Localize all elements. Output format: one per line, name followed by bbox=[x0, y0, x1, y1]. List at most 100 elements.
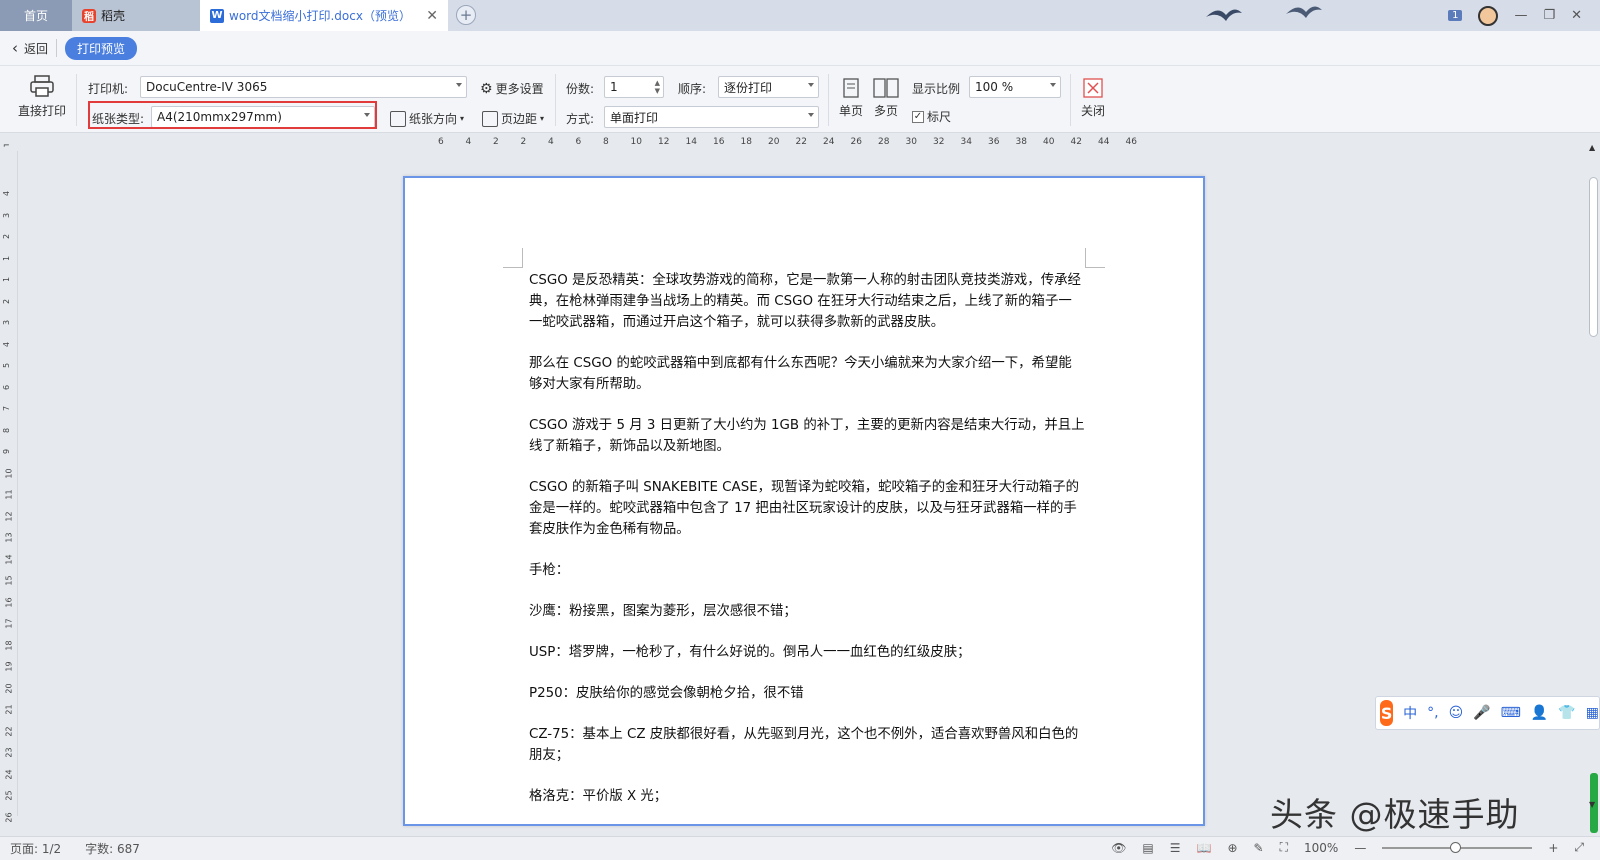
word-count[interactable]: 字数: 687 bbox=[85, 840, 140, 857]
ruler-tick-label: 4 bbox=[2, 190, 12, 197]
paragraph: P250：皮肤给你的感觉会像朝枪夕拾，很不错 bbox=[529, 686, 804, 701]
ruler-tick-label: 14 bbox=[4, 553, 14, 565]
zoom-slider[interactable] bbox=[1382, 841, 1533, 853]
ruler-tick-label: 16 bbox=[4, 596, 14, 608]
single-page-button[interactable]: 单页 bbox=[836, 78, 866, 119]
sub-bar: ‹ 返回 打印预览 bbox=[0, 31, 1600, 66]
notification-badge[interactable]: 1 bbox=[1448, 10, 1463, 21]
grid-icon[interactable]: ▦ bbox=[1586, 705, 1599, 721]
document-body: CSGO 是反恐精英：全球攻势游戏的简称，它是一款第一人称的射击团队竞技类游戏，… bbox=[529, 270, 1085, 824]
page-view-icon[interactable]: ▤ bbox=[1142, 841, 1153, 855]
scrollbar-thumb[interactable] bbox=[1589, 177, 1598, 337]
pen-icon[interactable]: ✎ bbox=[1254, 841, 1264, 855]
highlight-box bbox=[88, 101, 377, 129]
paragraph: CSGO 游戏于 5 月 3 日更新了大小约为 1GB 的补丁，主要的更新内容是… bbox=[529, 418, 1085, 454]
new-tab-button[interactable]: + bbox=[456, 5, 476, 25]
zoom-level[interactable]: 100% bbox=[1304, 841, 1338, 855]
keyboard-icon[interactable]: ⌨ bbox=[1501, 705, 1521, 721]
tab-document[interactable]: W word文档缩小打印.docx（预览） ✕ bbox=[200, 0, 448, 31]
chevron-down-icon bbox=[808, 113, 814, 117]
zoom-label: 显示比例 bbox=[912, 82, 961, 96]
close-preview-button[interactable]: 关闭 bbox=[1078, 78, 1108, 119]
ime-punctuation-toggle[interactable]: °, bbox=[1427, 705, 1438, 721]
zoom-slider-knob[interactable] bbox=[1450, 841, 1462, 853]
margin-corner-marker bbox=[1085, 248, 1105, 268]
eye-icon[interactable]: 👁 bbox=[1111, 841, 1126, 855]
ime-language-toggle[interactable]: 中 bbox=[1403, 703, 1417, 723]
ruler-tick-label: 10 bbox=[4, 467, 14, 479]
multi-page-button[interactable]: 多页 bbox=[870, 78, 902, 119]
close-window-icon[interactable]: ✕ bbox=[1571, 8, 1582, 23]
minimize-icon[interactable]: — bbox=[1514, 8, 1527, 23]
web-view-icon[interactable]: ⊕ bbox=[1227, 841, 1237, 855]
emoji-icon[interactable]: ☺ bbox=[1449, 705, 1464, 721]
ruler-tick-label: 26 bbox=[4, 811, 14, 823]
direct-print-button[interactable]: 直接打印 bbox=[12, 74, 72, 119]
horizontal-ruler: ⌐ 6 4 2 2 4 6 8 10 12 14 16 18 20 22 24 26 28 30 32 34 36 38 4… bbox=[0, 133, 1600, 151]
close-tab-icon[interactable]: ✕ bbox=[426, 8, 438, 24]
back-button[interactable]: ‹ 返回 bbox=[12, 39, 48, 57]
zoom-in-icon[interactable]: + bbox=[1548, 841, 1558, 855]
divider bbox=[76, 74, 77, 126]
ruler-tick-label: 30 bbox=[905, 137, 917, 147]
ruler-tick-label: 18 bbox=[4, 639, 14, 651]
copies-stepper[interactable]: 1 ▲ ▼ bbox=[604, 76, 664, 98]
print-preview-tab[interactable]: 打印预览 bbox=[65, 36, 138, 60]
tab-daoke-label: 稻壳 bbox=[101, 9, 126, 23]
microphone-icon[interactable]: 🎤 bbox=[1473, 705, 1490, 721]
ruler-tick-label: 9 bbox=[2, 448, 12, 455]
skin-icon[interactable]: 👕 bbox=[1558, 705, 1575, 721]
ruler-tick-label: 24 bbox=[4, 768, 14, 780]
ruler-tick-label: 11 bbox=[4, 489, 14, 500]
ruler-tick-label: 10 bbox=[630, 137, 642, 147]
ruler-tick-label: 2 bbox=[520, 137, 527, 147]
ruler-tick-label: 16 bbox=[713, 137, 725, 147]
ruler-tick-label: 6 bbox=[2, 384, 12, 390]
close-icon bbox=[1083, 78, 1103, 98]
more-settings-button[interactable]: ⚙ 更多设置 bbox=[480, 80, 544, 97]
ruler-tick-label: 4 bbox=[465, 137, 472, 147]
printer-select[interactable]: DocuCentre-IV 3065 bbox=[140, 76, 467, 98]
paper-orientation-button[interactable]: 纸张方向 ▾ bbox=[390, 110, 464, 127]
ruler-tick-label: 20 bbox=[4, 682, 14, 694]
zoom-select[interactable]: 100 % bbox=[969, 76, 1061, 98]
ruler-tick-label: 18 bbox=[740, 137, 752, 147]
tab-daoke[interactable]: 稻 稻壳 bbox=[72, 0, 200, 31]
ruler-tick-label: 20 bbox=[768, 137, 780, 147]
print-mode-select[interactable]: 单面打印 bbox=[604, 106, 819, 128]
fullscreen-icon[interactable]: ⤢ bbox=[1574, 840, 1584, 855]
ruler-tick-label: 13 bbox=[4, 532, 14, 543]
outline-view-icon[interactable]: ☰ bbox=[1170, 841, 1181, 855]
ruler-tick-label: 17 bbox=[4, 618, 14, 629]
ruler-tick-label: 5 bbox=[2, 362, 12, 369]
ruler-tick-label: 6 bbox=[438, 137, 444, 147]
ruler-tick-label: 25 bbox=[4, 790, 14, 801]
chevron-down-icon: ▾ bbox=[540, 114, 545, 123]
spin-arrows-icon[interactable]: ▲ ▼ bbox=[655, 79, 660, 95]
ruler-checkbox[interactable]: ✓ 标尺 bbox=[912, 108, 951, 125]
scroll-down-icon[interactable]: ▼ bbox=[1589, 800, 1595, 809]
reading-view-icon[interactable]: 📖 bbox=[1197, 841, 1212, 855]
ruler-tick-label: 12 bbox=[658, 137, 670, 147]
order-select[interactable]: 逐份打印 bbox=[718, 76, 819, 98]
zoom-out-icon[interactable]: — bbox=[1354, 841, 1366, 855]
scroll-up-icon[interactable]: ▲ bbox=[1589, 143, 1595, 152]
user-icon[interactable]: 👤 bbox=[1531, 705, 1548, 721]
paragraph: 手枪： bbox=[529, 563, 570, 578]
divider bbox=[828, 74, 829, 126]
ruler-tick-label: 1 bbox=[2, 255, 12, 261]
margins-button[interactable]: 页边距 ▾ bbox=[482, 110, 544, 127]
fit-page-icon[interactable]: ⛶ bbox=[1280, 840, 1288, 855]
restore-icon[interactable]: ❐ bbox=[1543, 8, 1555, 23]
sogou-logo-icon[interactable]: S bbox=[1380, 700, 1394, 726]
bird-icon bbox=[1286, 6, 1322, 18]
copies-label: 份数: bbox=[566, 82, 595, 96]
chevron-down-icon: ▾ bbox=[460, 114, 465, 123]
ruler-tick-label: 15 bbox=[4, 575, 14, 586]
avatar[interactable] bbox=[1478, 5, 1499, 26]
paragraph: CSGO 的新箱子叫 SNAKEBITE CASE，现暂译为蛇咬箱，蛇咬箱子的金… bbox=[529, 480, 1080, 537]
tab-home[interactable]: 首页 bbox=[0, 0, 72, 31]
ruler-tick-label: 36 bbox=[988, 137, 1000, 147]
chevron-left-icon: ‹ bbox=[12, 39, 18, 57]
ruler-tick-label: 3 bbox=[2, 212, 12, 218]
